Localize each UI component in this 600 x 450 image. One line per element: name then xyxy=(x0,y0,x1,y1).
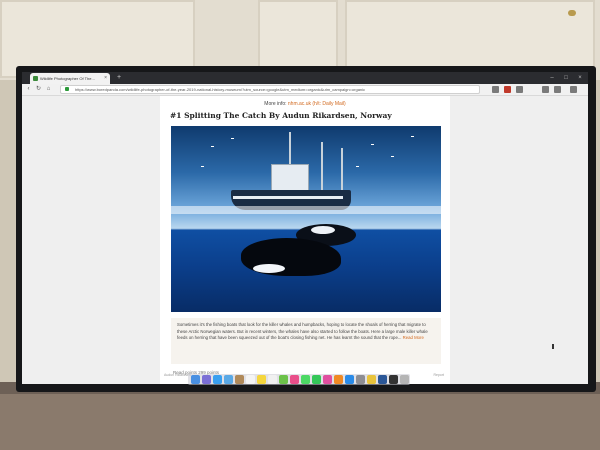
report-link[interactable]: Report xyxy=(433,373,444,377)
home-icon[interactable]: ⌂ xyxy=(44,85,53,94)
more-info-label: More info: xyxy=(264,101,287,107)
lock-icon xyxy=(65,87,69,91)
messages-icon[interactable] xyxy=(301,375,310,384)
calendar-icon[interactable] xyxy=(246,375,255,384)
url-bar[interactable]: https://www.boredpanda.com/wildlife-phot… xyxy=(60,85,480,94)
itunes-icon[interactable] xyxy=(323,375,332,384)
contacts-icon[interactable] xyxy=(235,375,244,384)
mouse-cursor xyxy=(552,344,554,349)
reminders-icon[interactable] xyxy=(268,375,277,384)
new-tab-icon[interactable]: + xyxy=(114,72,124,84)
article-card: More info: nhm.ac.uk (h/t: Daily Mail) #… xyxy=(160,96,450,384)
ibooks-icon[interactable] xyxy=(334,375,343,384)
notes-icon[interactable] xyxy=(257,375,266,384)
chrome-icon[interactable] xyxy=(367,375,376,384)
browser-tab[interactable]: Wildlife Photographer Of The... × xyxy=(30,73,110,84)
facetime-icon[interactable] xyxy=(312,375,321,384)
minimize-icon[interactable]: – xyxy=(546,72,558,84)
water-surface xyxy=(171,206,441,214)
word-icon[interactable] xyxy=(378,375,387,384)
screen: Wildlife Photographer Of The... × + – □ … xyxy=(22,72,588,384)
extension-icon[interactable] xyxy=(516,86,523,93)
safari-icon[interactable] xyxy=(213,375,222,384)
appstore-icon[interactable] xyxy=(345,375,354,384)
maximize-icon[interactable]: □ xyxy=(560,72,572,84)
navigation-bar: ‹ ↻ ⌂ https://www.boredpanda.com/wildlif… xyxy=(22,84,588,96)
close-icon[interactable]: × xyxy=(104,73,107,84)
finder-icon[interactable] xyxy=(191,375,200,384)
url-text: https://www.boredpanda.com/wildlife-phot… xyxy=(75,87,366,92)
cabinet-knob xyxy=(568,10,576,16)
tab-title: Wildlife Photographer Of The... xyxy=(40,76,95,81)
terminal-icon[interactable] xyxy=(389,375,398,384)
read-more-link[interactable]: Read More xyxy=(403,335,424,340)
dock xyxy=(188,374,410,385)
killer-whales-fishing-boat-photo[interactable] xyxy=(171,126,441,312)
mail-icon[interactable] xyxy=(224,375,233,384)
photos-icon[interactable] xyxy=(290,375,299,384)
boat-cabin xyxy=(271,164,309,192)
desk-surface xyxy=(0,382,600,450)
menu-icon[interactable] xyxy=(570,86,577,93)
more-info-line: More info: nhm.ac.uk (h/t: Daily Mail) xyxy=(160,101,450,107)
web-page: More info: nhm.ac.uk (h/t: Daily Mail) #… xyxy=(22,96,588,384)
maps-icon[interactable] xyxy=(279,375,288,384)
bookmark-icon[interactable] xyxy=(492,86,499,93)
photo-caption: Sometimes it's the fishing boats that lo… xyxy=(171,318,441,364)
caption-text: Sometimes it's the fishing boats that lo… xyxy=(177,322,428,340)
more-info-link[interactable]: nhm.ac.uk (h/t: Daily Mail) xyxy=(288,101,346,107)
tab-bar: Wildlife Photographer Of The... × + – □ … xyxy=(22,72,588,84)
extension-icon[interactable] xyxy=(504,86,511,93)
trash-icon[interactable] xyxy=(400,375,409,384)
close-window-icon[interactable]: × xyxy=(574,72,586,84)
preferences-icon[interactable] xyxy=(356,375,365,384)
library-icon[interactable] xyxy=(542,86,549,93)
sidebar-icon[interactable] xyxy=(554,86,561,93)
favicon-icon xyxy=(33,76,38,81)
launchpad-icon[interactable] xyxy=(202,375,211,384)
back-icon[interactable]: ‹ xyxy=(24,85,33,94)
article-title: #1 Splitting The Catch By Audun Rikardse… xyxy=(170,111,392,120)
reload-icon[interactable]: ↻ xyxy=(34,85,43,94)
